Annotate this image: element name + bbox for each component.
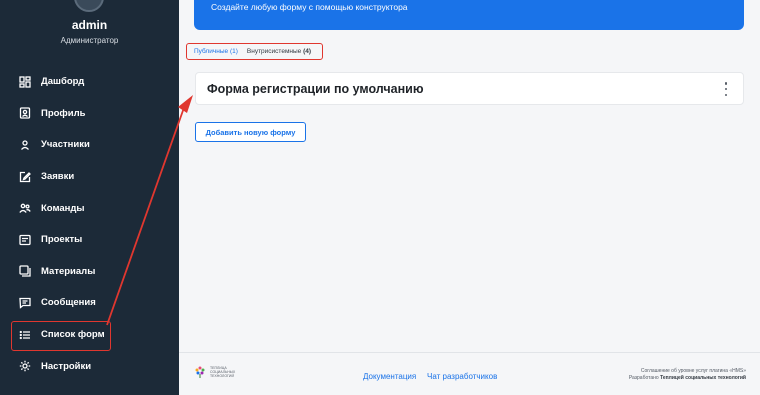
add-new-form-button[interactable]: Добавить новую форму xyxy=(195,122,306,142)
sidebar-item-dashboard[interactable]: Дашборд xyxy=(0,66,179,98)
footer: ТЕПЛИЦА СОЦИАЛЬНЫХ ТЕХНОЛОГИЙ Документац… xyxy=(179,352,760,395)
sidebar-item-messages[interactable]: Сообщения xyxy=(0,287,179,319)
sidebar-item-participants[interactable]: Участники xyxy=(0,129,179,161)
dashboard-icon xyxy=(18,75,32,89)
sidebar-item-teams[interactable]: Команды xyxy=(0,192,179,224)
footer-credits: Соглашение об уровне услуг плагина «НМS»… xyxy=(629,368,746,382)
tab-label: Внутрисистемные xyxy=(246,48,302,55)
documentation-link[interactable]: Документация xyxy=(363,372,416,381)
form-title[interactable]: Форма регистрации по умолчанию xyxy=(207,82,424,96)
sidebar-item-profile[interactable]: Профиль xyxy=(0,98,179,130)
banner-text: Создайте любую форму с помощью конструкт… xyxy=(211,2,408,12)
messages-icon xyxy=(18,296,32,310)
edit-icon xyxy=(18,170,32,184)
sidebar-item-label: Проекты xyxy=(41,234,83,246)
developer-link[interactable]: Теплицей социальных технологий xyxy=(660,375,746,381)
user-role: Администратор xyxy=(60,36,119,45)
sidebar-item-label: Дашборд xyxy=(41,76,85,88)
tab-count: (1) xyxy=(229,48,238,55)
form-tabs: Публичные (1) Внутрисистемные (4) xyxy=(186,43,323,60)
teplitsa-logo[interactable]: ТЕПЛИЦА СОЦИАЛЬНЫХ ТЕХНОЛОГИЙ xyxy=(194,365,246,379)
sidebar-item-label: Список форм xyxy=(41,329,105,341)
team-icon xyxy=(18,201,32,215)
list-icon xyxy=(18,328,32,342)
profile-icon xyxy=(18,106,32,120)
sidebar-item-label: Команды xyxy=(41,202,85,214)
sla-link[interactable]: Соглашение об уровне услуг плагина «НМS» xyxy=(629,368,746,375)
sidebar-item-materials[interactable]: Материалы xyxy=(0,256,179,288)
gear-icon xyxy=(18,359,32,373)
sidebar-item-applications[interactable]: Заявки xyxy=(0,161,179,193)
tab-internal[interactable]: Внутрисистемные (4) xyxy=(247,48,311,55)
tab-public[interactable]: Публичные (1) xyxy=(194,48,238,55)
avatar[interactable] xyxy=(74,0,104,12)
developed-by: Разработано Теплицей социальных технолог… xyxy=(629,375,746,382)
sidebar-item-label: Заявки xyxy=(41,171,75,183)
user-name: admin xyxy=(71,18,108,32)
logo-text: ТЕПЛИЦА СОЦИАЛЬНЫХ ТЕХНОЛОГИЙ xyxy=(210,366,236,378)
users-icon xyxy=(18,138,32,152)
materials-icon xyxy=(18,264,32,278)
sidebar-item-projects[interactable]: Проекты xyxy=(0,224,179,256)
developed-by-prefix: Разработано xyxy=(628,375,659,381)
sidebar-item-label: Материалы xyxy=(41,265,96,277)
sidebar-item-settings[interactable]: Настройки xyxy=(0,350,179,382)
projects-icon xyxy=(18,233,32,247)
sidebar-item-label: Профиль xyxy=(41,107,86,119)
tab-count: (4) xyxy=(303,48,312,55)
logo-icon xyxy=(195,366,205,378)
tab-label: Публичные xyxy=(194,48,229,55)
sidebar-nav: Дашборд Профиль Участники Заявки Команды xyxy=(0,66,179,382)
sidebar-item-form-list[interactable]: Список форм xyxy=(0,319,179,351)
sidebar-item-label: Сообщения xyxy=(41,297,96,309)
more-options-icon[interactable] xyxy=(722,82,730,96)
developer-chat-link[interactable]: Чат разработчиков xyxy=(427,372,497,381)
sidebar-item-label: Настройки xyxy=(41,360,92,372)
sidebar: admin Администратор Дашборд Профиль Учас… xyxy=(0,0,179,395)
form-card[interactable]: Форма регистрации по умолчанию xyxy=(195,72,744,105)
info-banner: Создайте любую форму с помощью конструкт… xyxy=(194,0,744,30)
sidebar-item-label: Участники xyxy=(41,139,90,151)
main-content: Создайте любую форму с помощью конструкт… xyxy=(179,0,760,395)
